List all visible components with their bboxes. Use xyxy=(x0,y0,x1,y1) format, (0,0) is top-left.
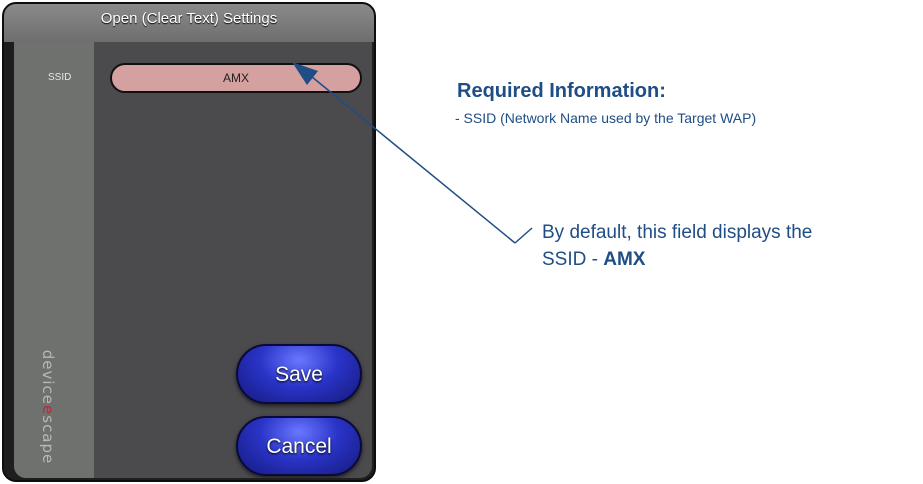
ssid-label: SSID xyxy=(48,72,72,83)
ssid-input[interactable]: AMX xyxy=(110,63,362,93)
dialog-title: Open (Clear Text) Settings xyxy=(4,4,374,42)
required-info-heading: Required Information: xyxy=(457,80,666,102)
settings-dialog: Open (Clear Text) Settings SSID AMX devi… xyxy=(2,2,376,482)
callout-tick xyxy=(514,227,533,244)
cancel-button[interactable]: Cancel xyxy=(236,416,362,476)
save-button[interactable]: Save xyxy=(236,344,362,404)
deviceescape-logo: deviceescape xyxy=(38,338,58,478)
brand-wordmark: deviceescape xyxy=(39,349,57,465)
default-note-line1: By default, this field displays the xyxy=(542,222,813,243)
settings-panel: SSID AMX deviceescape Save Cancel xyxy=(14,42,372,478)
default-note-line2: SSID - AMX xyxy=(542,246,812,273)
default-note-value: AMX xyxy=(603,249,646,270)
default-note: By default, this field displays the SSID… xyxy=(542,219,812,273)
default-note-prefix: SSID - xyxy=(542,249,604,270)
required-info-item: - SSID (Network Name used by the Target … xyxy=(455,110,757,126)
